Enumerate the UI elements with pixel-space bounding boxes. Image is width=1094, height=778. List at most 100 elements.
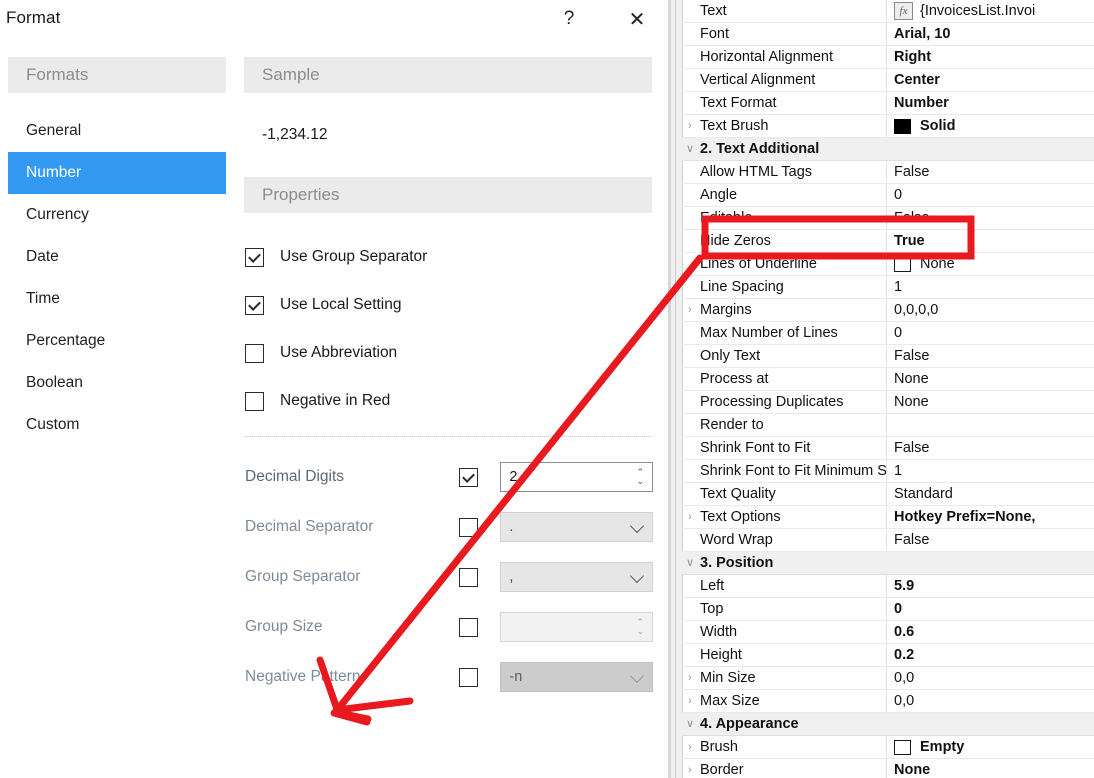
- format-item-date[interactable]: Date: [8, 236, 226, 278]
- format-item-custom[interactable]: Custom: [8, 404, 226, 446]
- combobox-decimal-separator[interactable]: .: [500, 512, 653, 542]
- spinner-arrows-icon[interactable]: ⌃ ⌄: [636, 618, 644, 636]
- property-row[interactable]: Shrink Font to Fit Minimum Si 1: [682, 460, 1094, 483]
- close-icon[interactable]: ✕: [620, 4, 654, 34]
- color-swatch-empty[interactable]: [894, 256, 911, 272]
- expression-fx-icon[interactable]: fx: [894, 2, 913, 20]
- property-value-cell[interactable]: fx {InvoicesList.Invoi: [887, 2, 1094, 20]
- property-value-cell[interactable]: Hotkey Prefix=None,: [887, 509, 1094, 525]
- property-row[interactable]: Width 0.6: [682, 621, 1094, 644]
- property-row[interactable]: › Margins 0,0,0,0: [682, 299, 1094, 322]
- property-value-cell[interactable]: False: [887, 164, 1094, 180]
- chevron-down-icon[interactable]: [629, 518, 645, 534]
- checkbox-use-abbreviation[interactable]: [245, 343, 264, 363]
- checkbox-row[interactable]: Use Group Separator: [245, 233, 653, 281]
- property-row[interactable]: Top 0: [682, 598, 1094, 621]
- property-row[interactable]: Text Quality Standard: [682, 483, 1094, 506]
- property-value-cell[interactable]: Standard: [887, 486, 1094, 502]
- property-row[interactable]: › Min Size 0,0: [682, 667, 1094, 690]
- property-row[interactable]: Angle 0: [682, 184, 1094, 207]
- checkbox-row[interactable]: Use Abbreviation: [245, 329, 653, 377]
- property-row[interactable]: Font Arial, 10: [682, 23, 1094, 46]
- field-checkbox-negative-pattern[interactable]: [459, 667, 479, 687]
- color-swatch-black[interactable]: [894, 118, 911, 134]
- combobox-negative-pattern[interactable]: -n: [500, 662, 653, 692]
- property-row[interactable]: Only Text False: [682, 345, 1094, 368]
- format-item-currency[interactable]: Currency: [8, 194, 226, 236]
- property-row[interactable]: Shrink Font to Fit False: [682, 437, 1094, 460]
- checkbox-row[interactable]: Use Local Setting: [245, 281, 653, 329]
- property-value-cell[interactable]: False: [887, 348, 1094, 364]
- format-item-boolean[interactable]: Boolean: [8, 362, 226, 404]
- field-checkbox-decimal-separator[interactable]: [459, 517, 479, 537]
- property-row[interactable]: › Border None: [682, 759, 1094, 778]
- field-checkbox-group-separator[interactable]: [459, 567, 479, 587]
- property-value-cell[interactable]: 1: [887, 279, 1094, 295]
- property-value-cell[interactable]: None: [887, 394, 1094, 410]
- property-row[interactable]: Lines of Underline None: [682, 253, 1094, 276]
- color-swatch-empty[interactable]: [894, 739, 911, 755]
- checkbox-row[interactable]: Negative in Red: [245, 377, 653, 425]
- property-value-cell[interactable]: 0: [887, 187, 1094, 203]
- field-checkbox-decimal-digits[interactable]: [459, 467, 479, 487]
- property-value-cell[interactable]: 0: [887, 325, 1094, 341]
- chevron-right-icon[interactable]: ›: [682, 511, 698, 523]
- property-value-cell[interactable]: 0,0: [887, 670, 1094, 686]
- format-item-time[interactable]: Time: [8, 278, 226, 320]
- property-row[interactable]: Render to: [682, 414, 1094, 437]
- chevron-down-icon[interactable]: [629, 668, 645, 684]
- property-row[interactable]: › Max Size 0,0: [682, 690, 1094, 713]
- combobox-group-separator[interactable]: ,: [500, 562, 653, 592]
- help-icon[interactable]: ?: [552, 4, 586, 34]
- property-category-row[interactable]: ∨ 3. Position: [682, 552, 1094, 575]
- chevron-down-icon[interactable]: ∨: [682, 143, 698, 155]
- property-value-cell[interactable]: Arial, 10: [887, 26, 1094, 42]
- property-row[interactable]: Word Wrap False: [682, 529, 1094, 552]
- property-value-cell[interactable]: None: [887, 371, 1094, 387]
- property-value-cell[interactable]: 1: [887, 463, 1094, 479]
- format-item-number[interactable]: Number: [8, 152, 226, 194]
- format-item-percentage[interactable]: Percentage: [8, 320, 226, 362]
- property-row[interactable]: Text Format Number: [682, 92, 1094, 115]
- property-value-cell[interactable]: False: [887, 532, 1094, 548]
- property-row[interactable]: Line Spacing 1: [682, 276, 1094, 299]
- checkbox-negative-in-red[interactable]: [245, 391, 264, 411]
- spinner-arrows-icon[interactable]: ⌃ ⌄: [636, 468, 644, 486]
- chevron-down-icon[interactable]: ∨: [682, 718, 698, 730]
- property-row[interactable]: Horizontal Alignment Right: [682, 46, 1094, 69]
- property-value-cell[interactable]: Empty: [887, 739, 1094, 755]
- property-value-cell[interactable]: Number: [887, 95, 1094, 111]
- chevron-right-icon[interactable]: ›: [682, 672, 698, 684]
- chevron-right-icon[interactable]: ›: [682, 120, 698, 132]
- property-row[interactable]: Height 0.2: [682, 644, 1094, 667]
- spinner-group-size[interactable]: ⌃ ⌄: [500, 612, 653, 642]
- property-value-cell[interactable]: 0.6: [887, 624, 1094, 640]
- property-category-row[interactable]: ∨ 2. Text Additional: [682, 138, 1094, 161]
- property-row[interactable]: › Text Brush Solid: [682, 115, 1094, 138]
- property-row[interactable]: Max Number of Lines 0: [682, 322, 1094, 345]
- field-checkbox-group-size[interactable]: [459, 617, 479, 637]
- property-row[interactable]: Process at None: [682, 368, 1094, 391]
- spinner-decimal-digits[interactable]: 2 ⌃ ⌄: [500, 462, 653, 492]
- format-item-general[interactable]: General: [8, 110, 226, 152]
- chevron-right-icon[interactable]: ›: [682, 764, 698, 776]
- property-value-cell[interactable]: 0.2: [887, 647, 1094, 663]
- property-row[interactable]: Allow HTML Tags False: [682, 161, 1094, 184]
- property-row[interactable]: Editable False: [682, 207, 1094, 230]
- property-row[interactable]: Text fx {InvoicesList.Invoi: [682, 0, 1094, 23]
- property-value-cell[interactable]: False: [887, 440, 1094, 456]
- property-value-cell[interactable]: Solid: [887, 118, 1094, 134]
- property-row[interactable]: Processing Duplicates None: [682, 391, 1094, 414]
- property-value-cell[interactable]: True: [887, 233, 1094, 249]
- property-value-cell[interactable]: None: [887, 762, 1094, 778]
- property-value-cell[interactable]: False: [887, 210, 1094, 226]
- property-row[interactable]: Left 5.9: [682, 575, 1094, 598]
- property-row[interactable]: Hide Zeros True: [682, 230, 1094, 253]
- checkbox-use-group-separator[interactable]: [245, 247, 264, 267]
- property-value-cell[interactable]: Right: [887, 49, 1094, 65]
- chevron-down-icon[interactable]: ∨: [682, 557, 698, 569]
- chevron-right-icon[interactable]: ›: [682, 695, 698, 707]
- property-row[interactable]: › Brush Empty: [682, 736, 1094, 759]
- property-value-cell[interactable]: None: [887, 256, 1094, 272]
- property-row[interactable]: › Text Options Hotkey Prefix=None,: [682, 506, 1094, 529]
